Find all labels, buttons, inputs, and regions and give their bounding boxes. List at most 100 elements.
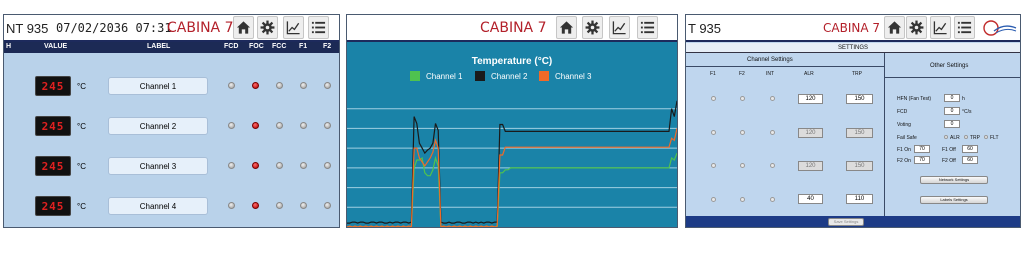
fcd-indicator bbox=[228, 122, 235, 129]
failsafe-flt-label: FLT bbox=[990, 135, 999, 141]
f2-on-input[interactable]: 70 bbox=[914, 156, 930, 164]
f1-radio[interactable] bbox=[711, 197, 716, 202]
network-settings-button[interactable]: Network Settings bbox=[920, 176, 988, 184]
settings-button[interactable] bbox=[582, 16, 603, 39]
home-icon bbox=[236, 20, 251, 35]
fcd-unit: °C/s bbox=[962, 109, 972, 115]
f1-indicator bbox=[300, 162, 307, 169]
unit-label: °C bbox=[77, 82, 86, 91]
voting-input[interactable]: 0 bbox=[944, 120, 960, 128]
failsafe-alr-label: ALR bbox=[950, 135, 960, 141]
int-radio[interactable] bbox=[770, 130, 775, 135]
f2-radio[interactable] bbox=[740, 163, 745, 168]
f1-radio[interactable] bbox=[711, 130, 716, 135]
list-button[interactable] bbox=[954, 16, 975, 39]
legend-label: Channel 2 bbox=[491, 72, 528, 81]
legend-label: Channel 1 bbox=[426, 72, 463, 81]
alr-input[interactable]: 40 bbox=[798, 194, 823, 204]
fcd-input[interactable]: 0 bbox=[944, 107, 960, 115]
failsafe-alr-radio[interactable] bbox=[944, 135, 948, 139]
channel-label-button[interactable]: Channel 1 bbox=[108, 77, 208, 95]
series-line bbox=[347, 152, 677, 227]
f2-indicator bbox=[324, 122, 331, 129]
channel-value-display: 245 bbox=[35, 116, 71, 136]
chart-series bbox=[347, 100, 677, 227]
list-button[interactable] bbox=[637, 16, 658, 39]
other-settings-divider bbox=[885, 77, 1020, 78]
chart-icon bbox=[933, 20, 948, 35]
failsafe-trp-radio[interactable] bbox=[964, 135, 968, 139]
alr-input[interactable]: 120 bbox=[798, 94, 823, 104]
column-header-trp: TRP bbox=[852, 71, 862, 77]
f1-radio[interactable] bbox=[711, 96, 716, 101]
list-icon bbox=[957, 20, 972, 35]
column-header-f2: F2 bbox=[739, 71, 745, 77]
settings-button[interactable] bbox=[257, 16, 278, 39]
channel-value-display: 245 bbox=[35, 156, 71, 176]
f2-off-label: F2 Off bbox=[942, 158, 956, 164]
column-header-f1: F1 bbox=[299, 43, 308, 50]
channel-label-button[interactable]: Channel 4 bbox=[108, 197, 208, 215]
labels-settings-button[interactable]: Labels Settings bbox=[920, 196, 988, 204]
home-icon bbox=[887, 20, 902, 35]
channel-value-display: 245 bbox=[35, 196, 71, 216]
f1-on-input[interactable]: 70 bbox=[914, 145, 930, 153]
legend-label: Channel 3 bbox=[555, 72, 592, 81]
date-time: 07/02/2036 07:31 bbox=[56, 21, 172, 35]
list-button[interactable] bbox=[308, 16, 329, 39]
column-header-int: INT bbox=[766, 71, 775, 77]
failsafe-flt-radio[interactable] bbox=[984, 135, 988, 139]
home-button[interactable] bbox=[233, 16, 254, 39]
fcc-indicator bbox=[276, 162, 283, 169]
home-button[interactable] bbox=[556, 16, 577, 39]
int-radio[interactable] bbox=[770, 197, 775, 202]
channel-label-button[interactable]: Channel 3 bbox=[108, 157, 208, 175]
f2-radio[interactable] bbox=[740, 130, 745, 135]
f2-off-input[interactable]: 60 bbox=[962, 156, 978, 164]
unit-label: °C bbox=[77, 202, 86, 211]
f2-indicator bbox=[324, 82, 331, 89]
list-icon bbox=[311, 20, 326, 35]
f2-indicator bbox=[324, 162, 331, 169]
chart-button[interactable] bbox=[609, 16, 630, 39]
int-radio[interactable] bbox=[770, 163, 775, 168]
trp-input[interactable]: 110 bbox=[846, 194, 873, 204]
settings-subheader: SETTINGS bbox=[686, 43, 1020, 53]
trp-input[interactable]: 150 bbox=[846, 94, 873, 104]
int-radio[interactable] bbox=[770, 96, 775, 101]
series-line bbox=[347, 100, 677, 224]
chart-legend: Channel 1 Channel 2 Channel 3 bbox=[410, 71, 592, 81]
unit-label: °C bbox=[77, 162, 86, 171]
f1-off-input[interactable]: 60 bbox=[962, 145, 978, 153]
channel-settings-title: Channel Settings bbox=[747, 57, 793, 63]
top-bar: T 935 CABINA 7 bbox=[686, 15, 1020, 42]
f1-indicator bbox=[300, 82, 307, 89]
channel-label-button[interactable]: Channel 2 bbox=[108, 117, 208, 135]
f2-indicator bbox=[324, 202, 331, 209]
hfn-label: HFN (Fan Test) bbox=[897, 96, 932, 102]
series-line bbox=[347, 128, 677, 227]
alr-input[interactable]: 120 bbox=[798, 128, 823, 138]
trp-input[interactable]: 150 bbox=[846, 128, 873, 138]
column-header-value: VALUE bbox=[44, 43, 68, 50]
other-settings-title: Other Settings bbox=[930, 63, 969, 69]
failsafe-trp-label: TRP bbox=[970, 135, 980, 141]
settings-button[interactable] bbox=[906, 16, 927, 39]
f2-radio[interactable] bbox=[740, 197, 745, 202]
alr-input[interactable]: 120 bbox=[798, 161, 823, 171]
f1-radio[interactable] bbox=[711, 163, 716, 168]
page-title: CABINA 7 bbox=[480, 20, 547, 36]
chart-button[interactable] bbox=[930, 16, 951, 39]
f2-on-label: F2 On bbox=[897, 158, 911, 164]
home-button[interactable] bbox=[884, 16, 905, 39]
chart-button[interactable] bbox=[283, 16, 304, 39]
hfn-input[interactable]: 0 bbox=[944, 94, 960, 102]
fcd-indicator bbox=[228, 82, 235, 89]
trp-input[interactable]: 150 bbox=[846, 161, 873, 171]
save-settings-button[interactable]: Save Settings bbox=[828, 218, 864, 226]
legend-swatch bbox=[475, 71, 485, 81]
hfn-unit: h bbox=[962, 96, 965, 102]
channel-settings-divider bbox=[686, 66, 884, 67]
page-title: CABINA 7 bbox=[823, 21, 880, 35]
f2-radio[interactable] bbox=[740, 96, 745, 101]
